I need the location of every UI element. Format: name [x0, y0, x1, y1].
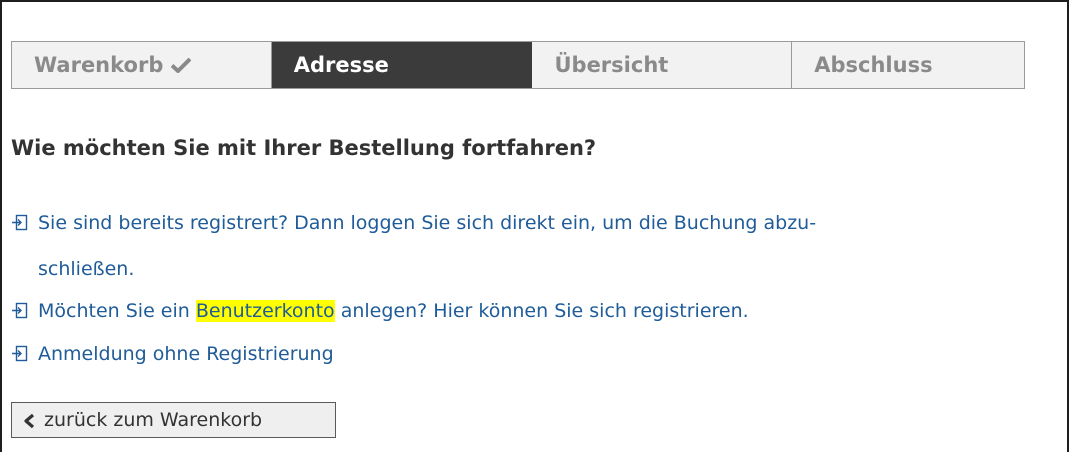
back-to-cart-button[interactable]: zurück zum Warenkorb [11, 402, 336, 438]
sign-in-icon [11, 202, 28, 231]
page-title: Wie möchten Sie mit Ihrer Bestellung for… [11, 136, 597, 160]
register-link[interactable]: Möchten Sie ein Benutzerkonto anlegen? H… [11, 288, 1051, 334]
checkmark-icon [171, 57, 192, 73]
guest-link-text: Anmeldung ohne Registrierung [38, 343, 334, 365]
step-label: Abschluss [814, 53, 933, 77]
login-link-text-cont: schließen. [38, 258, 135, 280]
register-highlight: Benutzerkonto [195, 300, 335, 322]
guest-checkout-link[interactable]: Anmeldung ohne Registrierung [11, 331, 1051, 377]
step-label: Übersicht [554, 53, 669, 77]
step-adresse: Adresse [271, 42, 533, 88]
step-abschluss: Abschluss [792, 42, 1024, 88]
back-button-label: zurück zum Warenkorb [44, 409, 263, 431]
chevron-left-icon [22, 412, 36, 429]
sign-in-icon [11, 290, 28, 319]
login-link[interactable]: Sie sind bereits registrert? Dann loggen… [11, 200, 1051, 292]
register-text-after: anlegen? Hier können Sie sich registrier… [334, 300, 749, 322]
sign-in-icon [11, 333, 28, 362]
step-warenkorb[interactable]: Warenkorb [12, 42, 272, 88]
register-text-before: Möchten Sie ein [38, 300, 196, 322]
login-link-text: Sie sind bereits registrert? Dann loggen… [38, 212, 817, 234]
step-uebersicht: Übersicht [532, 42, 793, 88]
step-label: Warenkorb [34, 53, 164, 77]
step-label: Adresse [293, 53, 389, 77]
checkout-steps: Warenkorb Adresse Übersicht Abschluss [11, 41, 1025, 89]
